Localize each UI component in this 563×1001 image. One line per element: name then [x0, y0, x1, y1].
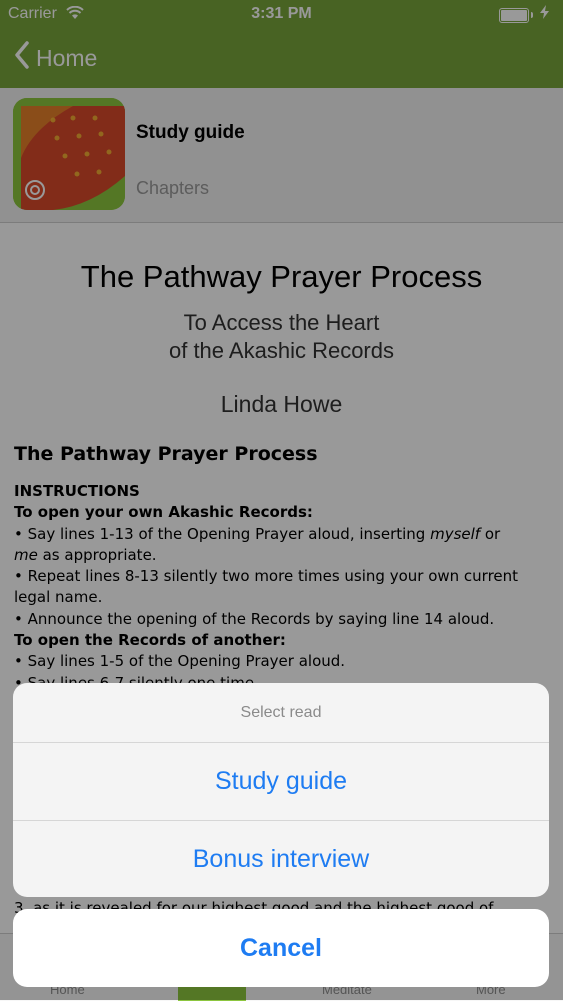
option-study-guide[interactable]: Study guide: [13, 743, 549, 820]
action-sheet-title: Select read: [13, 683, 549, 743]
cancel-button[interactable]: Cancel: [13, 909, 549, 987]
option-bonus-interview[interactable]: Bonus interview: [13, 820, 549, 897]
action-sheet: Select read Study guide Bonus interview: [13, 683, 549, 897]
